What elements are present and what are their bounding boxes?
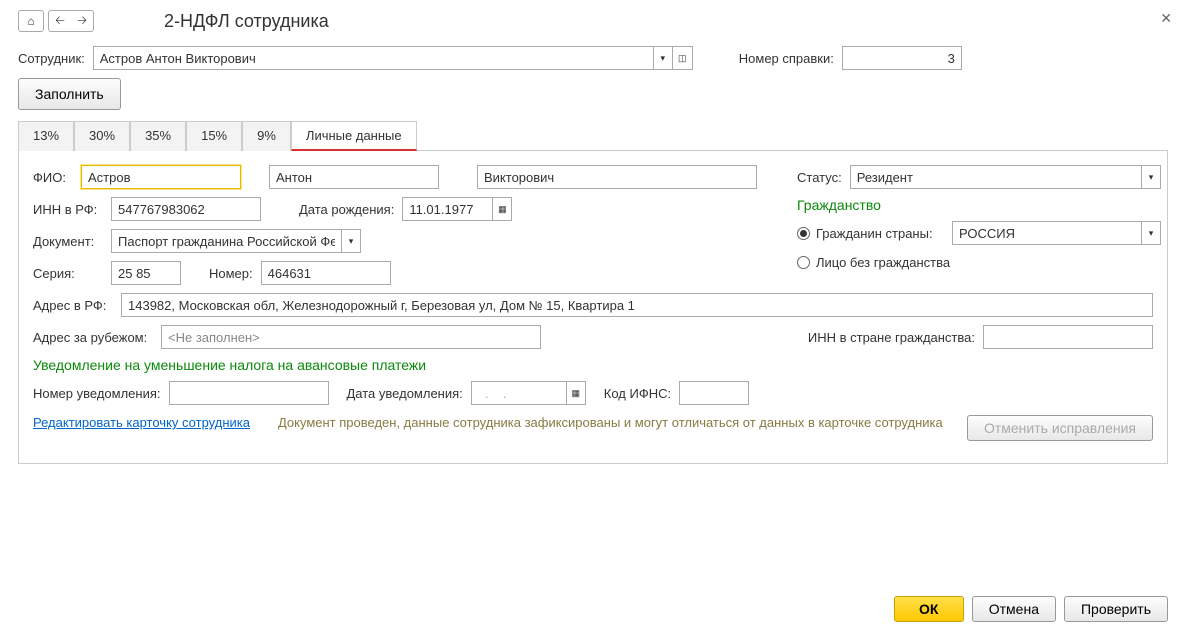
name-input[interactable] — [269, 165, 439, 189]
employee-label: Сотрудник: — [18, 51, 85, 66]
check-button[interactable]: Проверить — [1064, 596, 1168, 622]
employee-open-button[interactable]: ◫ — [673, 46, 693, 70]
inn-abroad-label: ИНН в стране гражданства: — [808, 330, 975, 345]
inn-abroad-input[interactable] — [983, 325, 1153, 349]
notice-date-calendar-button[interactable]: ▦ — [566, 381, 586, 405]
notice-date-label: Дата уведомления: — [347, 386, 463, 401]
status-dropdown-button[interactable]: ▾ — [1141, 165, 1161, 189]
calendar-icon: ▦ — [498, 204, 507, 215]
birth-calendar-button[interactable]: ▦ — [492, 197, 512, 221]
ifns-input[interactable] — [679, 381, 749, 405]
birth-label: Дата рождения: — [299, 202, 394, 217]
employee-input[interactable] — [93, 46, 653, 70]
close-button[interactable]: ✕ — [1160, 10, 1172, 27]
stateless-label: Лицо без гражданства — [816, 255, 950, 270]
number-input[interactable] — [261, 261, 391, 285]
fill-button[interactable]: Заполнить — [18, 78, 121, 110]
citizen-of-label: Гражданин страны: — [816, 226, 946, 241]
cancel-fix-button: Отменить исправления — [967, 415, 1153, 441]
chevron-down-icon: ▾ — [661, 53, 666, 64]
cert-number-label: Номер справки: — [739, 51, 834, 66]
calendar-icon: ▦ — [572, 388, 581, 399]
status-label: Статус: — [797, 170, 842, 185]
chevron-down-icon: ▾ — [349, 236, 354, 247]
series-label: Серия: — [33, 266, 103, 281]
edit-employee-card-link[interactable]: Редактировать карточку сотрудника — [33, 415, 250, 430]
addr-rf-label: Адрес в РФ: — [33, 298, 113, 313]
employee-dropdown-button[interactable]: ▾ — [653, 46, 673, 70]
tab-35[interactable]: 35% — [130, 121, 186, 151]
notice-num-input[interactable] — [169, 381, 329, 405]
ifns-label: Код ИФНС: — [604, 386, 671, 401]
chevron-down-icon: ▾ — [1149, 172, 1154, 183]
citizenship-section-title: Гражданство — [797, 197, 1161, 213]
notice-section-title: Уведомление на уменьшение налога на аван… — [33, 357, 1153, 373]
chevron-down-icon: ▾ — [1149, 228, 1154, 239]
home-icon: ⌂ — [27, 14, 34, 28]
country-dropdown-button[interactable]: ▾ — [1141, 221, 1161, 245]
arrow-right-icon: 🡢 — [77, 11, 87, 32]
addr-abroad-input[interactable] — [161, 325, 541, 349]
notice-num-label: Номер уведомления: — [33, 386, 161, 401]
surname-input[interactable] — [81, 165, 241, 189]
number-label: Номер: — [209, 266, 253, 281]
patronymic-input[interactable] — [477, 165, 757, 189]
cancel-button[interactable]: Отмена — [972, 596, 1056, 622]
addr-rf-input[interactable] — [121, 293, 1153, 317]
doc-label: Документ: — [33, 234, 103, 249]
tab-9[interactable]: 9% — [242, 121, 291, 151]
nav-back-forward[interactable]: 🡠 🡢 — [48, 10, 94, 32]
radio-citizen-of[interactable] — [797, 227, 810, 240]
radio-stateless[interactable] — [797, 256, 810, 269]
status-input[interactable] — [850, 165, 1141, 189]
series-input[interactable] — [111, 261, 181, 285]
tab-30[interactable]: 30% — [74, 121, 130, 151]
arrow-left-icon: 🡠 — [55, 11, 65, 32]
inn-input[interactable] — [111, 197, 261, 221]
fixed-data-hint: Документ проведен, данные сотрудника заф… — [278, 415, 959, 430]
doc-dropdown-button[interactable]: ▾ — [341, 229, 361, 253]
tabs: 13% 30% 35% 15% 9% Личные данные — [18, 120, 1168, 151]
open-icon: ◫ — [678, 53, 687, 64]
doc-input[interactable] — [111, 229, 341, 253]
cert-number-input[interactable] — [842, 46, 962, 70]
country-input[interactable] — [952, 221, 1141, 245]
tab-13[interactable]: 13% — [18, 121, 74, 151]
tab-personal-data[interactable]: Личные данные — [291, 121, 417, 151]
birth-input[interactable] — [402, 197, 492, 221]
addr-abroad-label: Адрес за рубежом: — [33, 330, 153, 345]
ok-button[interactable]: ОК — [894, 596, 964, 622]
home-button[interactable]: ⌂ — [18, 10, 44, 32]
inn-label: ИНН в РФ: — [33, 202, 103, 217]
fio-label: ФИО: — [33, 170, 73, 185]
notice-date-input[interactable] — [471, 381, 566, 405]
tab-15[interactable]: 15% — [186, 121, 242, 151]
page-title: 2-НДФЛ сотрудника — [164, 11, 329, 32]
